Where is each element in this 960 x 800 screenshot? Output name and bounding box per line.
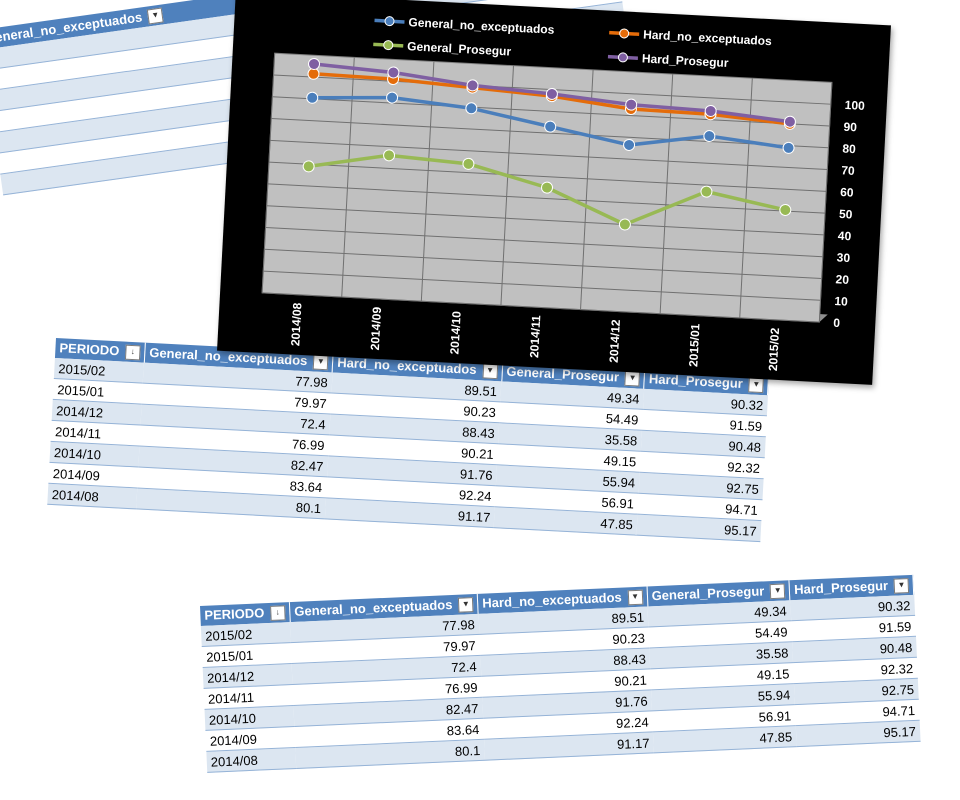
data-point-marker — [618, 218, 631, 231]
x-axis-tick-label: 2014/08 — [288, 302, 304, 346]
legend-entry-label: General_no_exceptuados — [408, 15, 555, 37]
line-chart-svg: 0 10 20 30 40 50 60 70 80 90 100 2014/08 2014/09 2014… — [261, 15, 865, 371]
data-point-marker — [462, 157, 475, 170]
legend-marker — [617, 52, 628, 63]
table-cell: 2014/08 — [47, 483, 138, 509]
data-point-marker — [466, 79, 479, 92]
legend-marker — [384, 16, 395, 27]
y-axis-tick-label: 90 — [843, 120, 857, 135]
x-axis-tick-label: 2015/02 — [766, 327, 782, 371]
data-point-marker — [383, 149, 396, 162]
y-axis-tick-label: 100 — [844, 98, 865, 113]
data-point-marker — [386, 91, 399, 104]
data-point-marker — [541, 181, 554, 194]
filter-dropdown-icon[interactable]: ▼ — [893, 578, 910, 594]
y-axis-tick-label: 70 — [841, 163, 855, 178]
legend-marker — [383, 40, 394, 51]
data-point-marker — [544, 120, 557, 133]
x-axis-tick-label: 2014/11 — [527, 315, 543, 359]
filter-dropdown-icon[interactable]: ▼ — [627, 589, 644, 606]
filter-dropdown-icon[interactable]: ▼ — [312, 354, 329, 371]
data-point-marker — [783, 115, 796, 128]
legend-marker — [619, 28, 630, 39]
filter-dropdown-icon[interactable]: ▼ — [458, 597, 474, 613]
legend-entry-label: General_Prosegur — [407, 39, 512, 58]
data-point-marker — [704, 105, 717, 118]
legend-entry-label: Hard_no_exceptuados — [643, 27, 773, 48]
data-point-marker — [306, 91, 319, 104]
filter-dropdown-icon[interactable]: ▼ — [624, 370, 641, 387]
data-point-marker — [302, 160, 315, 173]
filter-dropdown-icon[interactable]: ▼ — [769, 583, 786, 600]
filter-dropdown-icon[interactable]: ▼ — [147, 7, 164, 25]
sort-descending-icon[interactable]: ↓ — [270, 605, 286, 621]
x-axis-tick-label: 2014/09 — [368, 306, 384, 350]
data-point-marker — [308, 57, 321, 70]
line-chart[interactable]: 0 10 20 30 40 50 60 70 80 90 100 2014/08 2014/09 2014… — [217, 0, 891, 385]
filter-dropdown-icon[interactable]: ▼ — [482, 363, 498, 380]
y-axis-tick-label: 0 — [833, 316, 841, 330]
y-axis-tick-label: 40 — [838, 229, 852, 244]
legend-entry-label: Hard_Prosegur — [642, 51, 730, 70]
table-cell: 2014/08 — [206, 747, 297, 773]
data-point-marker — [782, 141, 795, 154]
y-axis-tick-label: 10 — [834, 294, 848, 309]
x-axis-tick-label: 2015/01 — [686, 323, 702, 367]
data-point-marker — [465, 102, 478, 115]
data-point-marker — [625, 98, 638, 111]
x-axis-tick-label: 2014/10 — [447, 310, 463, 354]
data-point-marker — [700, 185, 713, 198]
data-point-marker — [545, 87, 558, 100]
y-axis-tick-label: 50 — [839, 207, 853, 222]
y-axis-tick-label: 80 — [842, 142, 856, 157]
data-point-marker — [779, 203, 792, 216]
spreadsheet-table-front: PERIODO ↓ General_no_exceptuados ▼ Hard_no… — [200, 574, 921, 773]
y-axis-tick-label: 30 — [836, 250, 850, 265]
y-axis-tick-label: 20 — [835, 272, 849, 287]
data-point-marker — [387, 66, 400, 79]
filter-dropdown-icon[interactable]: ▼ — [748, 377, 765, 394]
data-point-marker — [623, 138, 636, 151]
data-point-marker — [703, 130, 716, 143]
table-cell: 95.17 — [795, 720, 921, 747]
y-axis-tick-label: 60 — [840, 185, 854, 200]
sort-descending-icon[interactable]: ↓ — [124, 344, 141, 361]
x-axis-tick-label: 2014/12 — [607, 319, 623, 363]
